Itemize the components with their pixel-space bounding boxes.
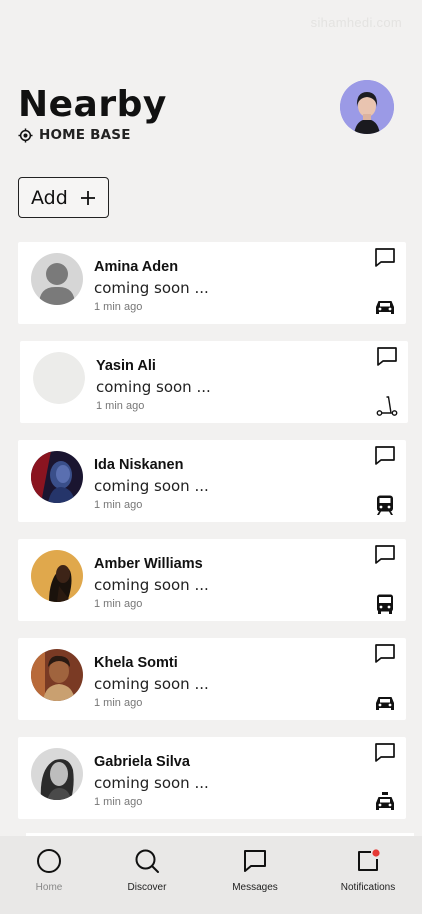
person-name: Ida Niskanen xyxy=(94,457,184,473)
user-avatar[interactable] xyxy=(340,80,394,134)
plus-icon xyxy=(81,190,95,205)
list-item[interactable]: Amina Aden coming soon ... 1 min ago xyxy=(18,242,406,324)
message-icon[interactable] xyxy=(374,643,396,665)
avatar xyxy=(31,649,83,701)
person-time: 1 min ago xyxy=(94,796,143,808)
crosshair-location-icon xyxy=(18,127,33,143)
tab-bar: Home Discover Messages Notifications xyxy=(0,836,422,914)
tab-discover-label: Discover xyxy=(127,882,167,893)
tab-messages-label: Messages xyxy=(232,882,278,893)
person-time: 1 min ago xyxy=(94,697,143,709)
person-status: coming soon ... xyxy=(94,675,209,693)
scooter-icon xyxy=(376,396,398,416)
home-circle-icon xyxy=(37,849,61,873)
add-button-label: Add xyxy=(31,186,68,209)
avatar xyxy=(31,550,83,602)
message-icon xyxy=(244,850,266,872)
tab-notifications-label: Notifications xyxy=(340,882,396,893)
message-icon[interactable] xyxy=(374,247,396,269)
car-icon xyxy=(376,301,394,314)
train-icon xyxy=(377,495,393,515)
list-item[interactable]: Amber Williams coming soon ... 1 min ago xyxy=(18,539,406,621)
tab-messages[interactable]: Messages xyxy=(196,836,314,914)
avatar xyxy=(31,451,83,503)
person-name: Gabriela Silva xyxy=(94,754,190,770)
tab-home-label: Home xyxy=(35,882,63,893)
message-icon[interactable] xyxy=(374,742,396,764)
person-status: coming soon ... xyxy=(94,477,209,495)
avatar xyxy=(33,352,85,404)
taxi-icon xyxy=(376,792,394,810)
location-selector[interactable]: HOME BASE xyxy=(18,127,131,143)
car-icon xyxy=(376,697,394,710)
tab-notifications[interactable]: Notifications xyxy=(314,836,422,914)
person-name: Yasin Ali xyxy=(96,358,156,374)
location-label: HOME BASE xyxy=(39,127,131,143)
person-time: 1 min ago xyxy=(94,301,143,313)
list-item[interactable]: Ida Niskanen coming soon ... 1 min ago xyxy=(18,440,406,522)
message-icon[interactable] xyxy=(374,544,396,566)
page-title: Nearby xyxy=(18,84,167,125)
person-name: Khela Somti xyxy=(94,655,178,671)
person-status: coming soon ... xyxy=(94,279,209,297)
person-status: coming soon ... xyxy=(96,378,211,396)
list-item[interactable]: Gabriela Silva coming soon ... 1 min ago xyxy=(18,737,406,819)
tab-discover[interactable]: Discover xyxy=(98,836,196,914)
list-item[interactable]: Khela Somti coming soon ... 1 min ago xyxy=(18,638,406,720)
person-time: 1 min ago xyxy=(94,499,143,511)
watermark: sihamhedi.com xyxy=(310,15,402,30)
message-icon[interactable] xyxy=(376,346,398,368)
list-item[interactable]: Yasin Ali coming soon ... 1 min ago xyxy=(20,341,408,423)
avatar xyxy=(31,748,83,800)
person-status: coming soon ... xyxy=(94,576,209,594)
person-status: coming soon ... xyxy=(94,774,209,792)
avatar xyxy=(31,253,83,305)
notification-dot xyxy=(372,849,380,857)
search-icon xyxy=(135,849,159,873)
person-name: Amina Aden xyxy=(94,259,179,275)
bus-icon xyxy=(377,594,393,614)
tab-home[interactable]: Home xyxy=(0,836,98,914)
message-icon[interactable] xyxy=(374,445,396,467)
person-time: 1 min ago xyxy=(94,598,143,610)
header: Nearby HOME BASE xyxy=(18,80,394,150)
person-time: 1 min ago xyxy=(96,400,145,412)
notification-icon xyxy=(358,849,380,871)
person-name: Amber Williams xyxy=(94,556,203,572)
add-button[interactable]: Add xyxy=(18,177,109,218)
